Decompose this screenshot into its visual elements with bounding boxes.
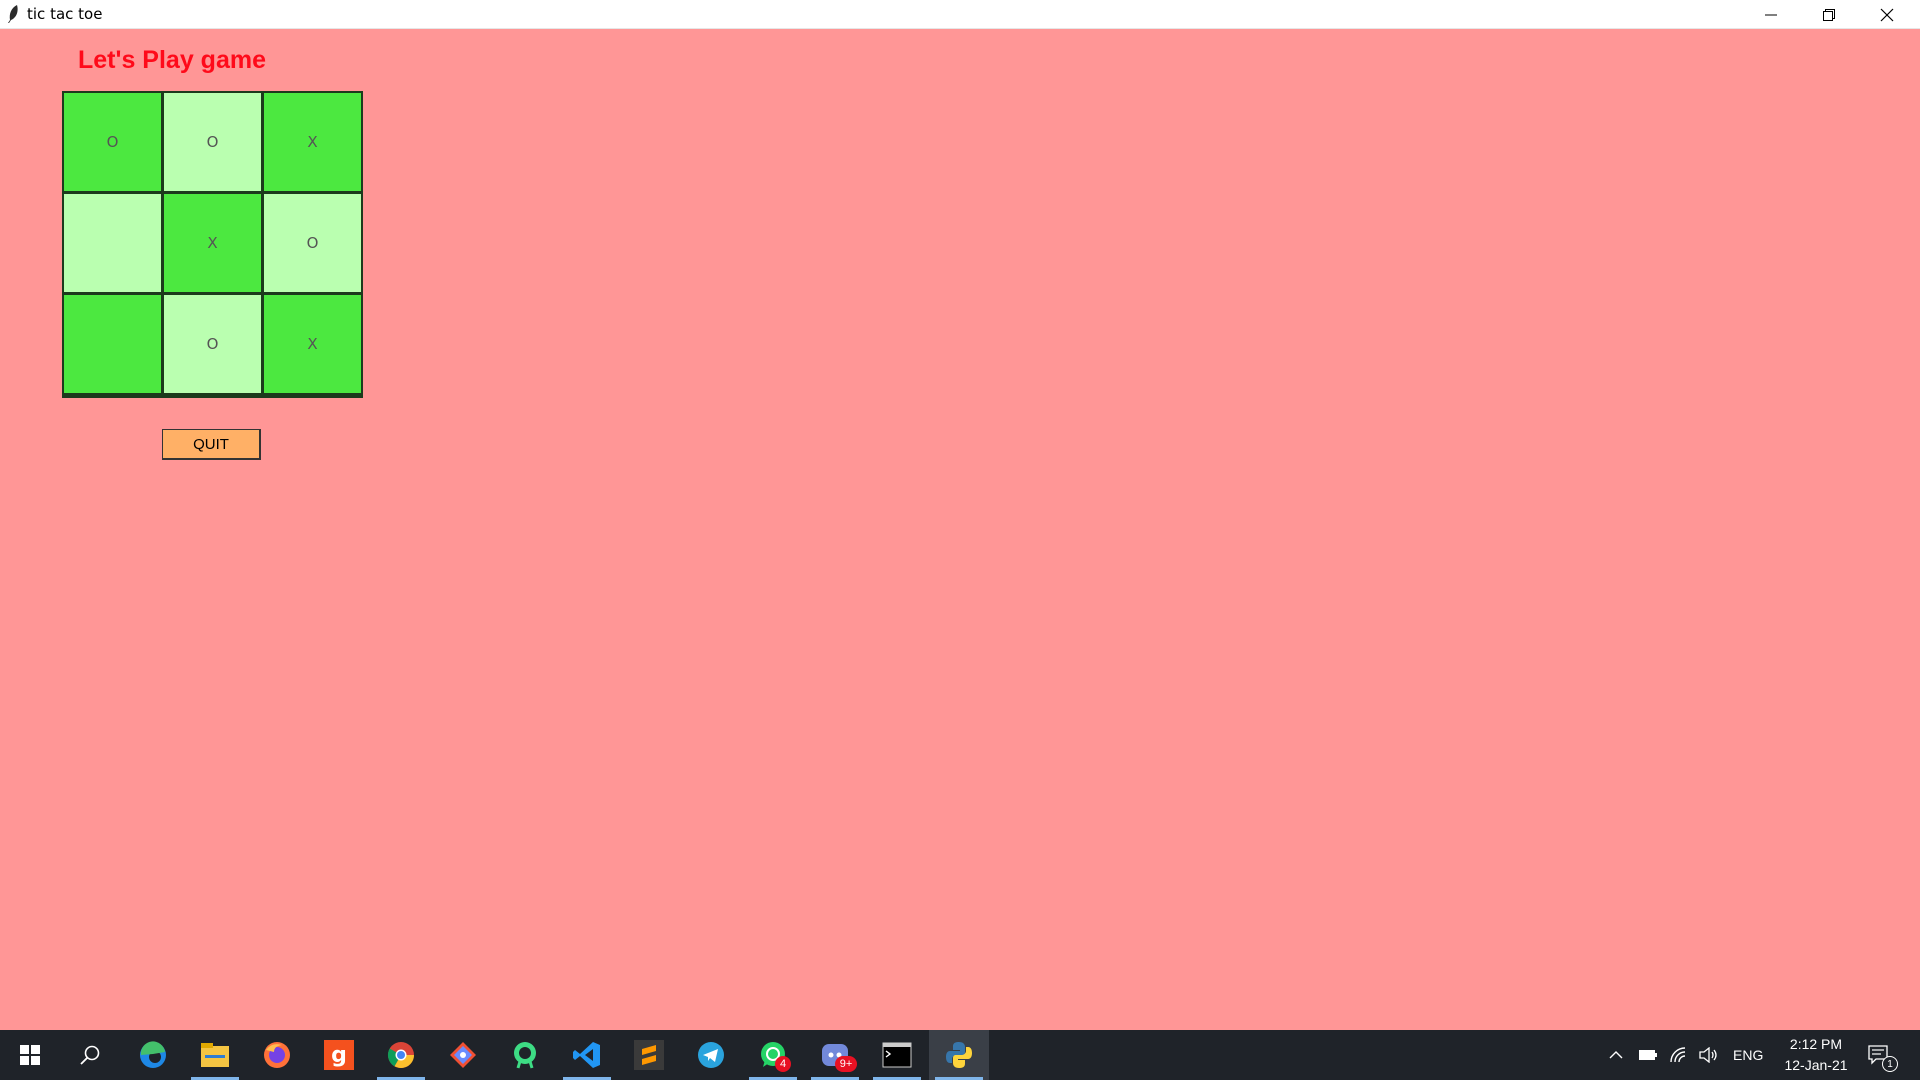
- restore-icon: [1823, 8, 1835, 21]
- board-cell-1-1[interactable]: X: [164, 194, 261, 292]
- search-button[interactable]: [60, 1030, 120, 1080]
- quit-button[interactable]: QUIT: [162, 429, 261, 460]
- notification-badge: 9+: [835, 1056, 857, 1072]
- notification-count: 1: [1882, 1056, 1898, 1072]
- game-board: O O X X O O X: [62, 91, 363, 398]
- taskbar-app-vscode[interactable]: [557, 1030, 617, 1080]
- board-cell-2-0[interactable]: [64, 295, 161, 393]
- taskbar-app-firefox[interactable]: [247, 1030, 307, 1080]
- wifi-icon: [1670, 1047, 1686, 1063]
- vscode-icon: [573, 1042, 600, 1068]
- board-cell-0-2[interactable]: X: [264, 93, 361, 191]
- taskbar-app-whatsapp[interactable]: 4: [743, 1030, 803, 1080]
- search-icon: [80, 1045, 100, 1065]
- clock-time: 2:12 PM: [1789, 1036, 1843, 1052]
- action-center-button[interactable]: 1: [1868, 1030, 1898, 1080]
- speaker-icon: [1699, 1047, 1717, 1063]
- board-cell-0-1[interactable]: O: [164, 93, 261, 191]
- chevron-up-icon: [1609, 1051, 1623, 1059]
- show-hidden-icons-button[interactable]: [1608, 1030, 1624, 1080]
- taskbar-app-chrome[interactable]: [371, 1030, 431, 1080]
- terminal-icon: [882, 1042, 912, 1068]
- game-window: Let's Play game O O X X O O X QUIT: [0, 29, 1920, 1030]
- g-app-icon: g: [324, 1040, 354, 1070]
- taskbar-app-edge[interactable]: [123, 1030, 183, 1080]
- taskbar-app-git[interactable]: [433, 1030, 493, 1080]
- start-button[interactable]: [0, 1030, 60, 1080]
- game-heading: Let's Play game: [78, 46, 266, 74]
- git-icon: [450, 1042, 476, 1068]
- chrome-icon: [387, 1042, 415, 1069]
- window-title: tic tac toe: [27, 5, 103, 23]
- volume-button[interactable]: [1699, 1030, 1719, 1080]
- telegram-icon: [698, 1042, 724, 1068]
- taskbar-app-android-studio[interactable]: [495, 1030, 555, 1080]
- taskbar-app-file-explorer[interactable]: [185, 1030, 245, 1080]
- taskbar-clock[interactable]: 2:12 PM 12-Jan-21: [1776, 1034, 1856, 1076]
- restore-button[interactable]: [1800, 0, 1858, 29]
- battery-button[interactable]: [1638, 1030, 1658, 1080]
- network-button[interactable]: [1669, 1030, 1687, 1080]
- firefox-icon: [264, 1042, 290, 1068]
- feather-icon: [8, 5, 18, 23]
- board-cell-1-2[interactable]: O: [264, 194, 361, 292]
- taskbar-app-telegram[interactable]: [681, 1030, 741, 1080]
- android-studio-icon: [514, 1042, 536, 1069]
- language-indicator[interactable]: ENG: [1733, 1030, 1763, 1080]
- minimize-button[interactable]: [1742, 0, 1800, 29]
- python-icon: [946, 1042, 972, 1068]
- windows-icon: [20, 1045, 40, 1065]
- clock-date: 12-Jan-21: [1784, 1057, 1848, 1073]
- taskbar: g 4 9+ ENG 2:12 PM 12-Jan-21 1: [0, 1030, 1920, 1080]
- taskbar-app-sublime-text[interactable]: [619, 1030, 679, 1080]
- window-titlebar: tic tac toe: [0, 0, 1920, 29]
- board-cell-2-1[interactable]: O: [164, 295, 261, 393]
- file-explorer-icon: [201, 1043, 229, 1067]
- sublime-text-icon: [634, 1040, 664, 1070]
- edge-icon: [140, 1041, 166, 1068]
- board-cell-2-2[interactable]: X: [264, 295, 361, 393]
- notification-badge: 4: [775, 1056, 791, 1072]
- svg-text:g: g: [331, 1043, 347, 1068]
- close-button[interactable]: [1858, 0, 1916, 29]
- taskbar-app-g[interactable]: g: [309, 1030, 369, 1080]
- taskbar-app-discord[interactable]: 9+: [805, 1030, 865, 1080]
- taskbar-app-terminal[interactable]: [867, 1030, 927, 1080]
- board-cell-0-0[interactable]: O: [64, 93, 161, 191]
- taskbar-app-python[interactable]: [929, 1030, 989, 1080]
- minimize-icon: [1765, 14, 1777, 15]
- battery-icon: [1639, 1050, 1657, 1060]
- close-icon: [1880, 8, 1894, 21]
- board-cell-1-0[interactable]: [64, 194, 161, 292]
